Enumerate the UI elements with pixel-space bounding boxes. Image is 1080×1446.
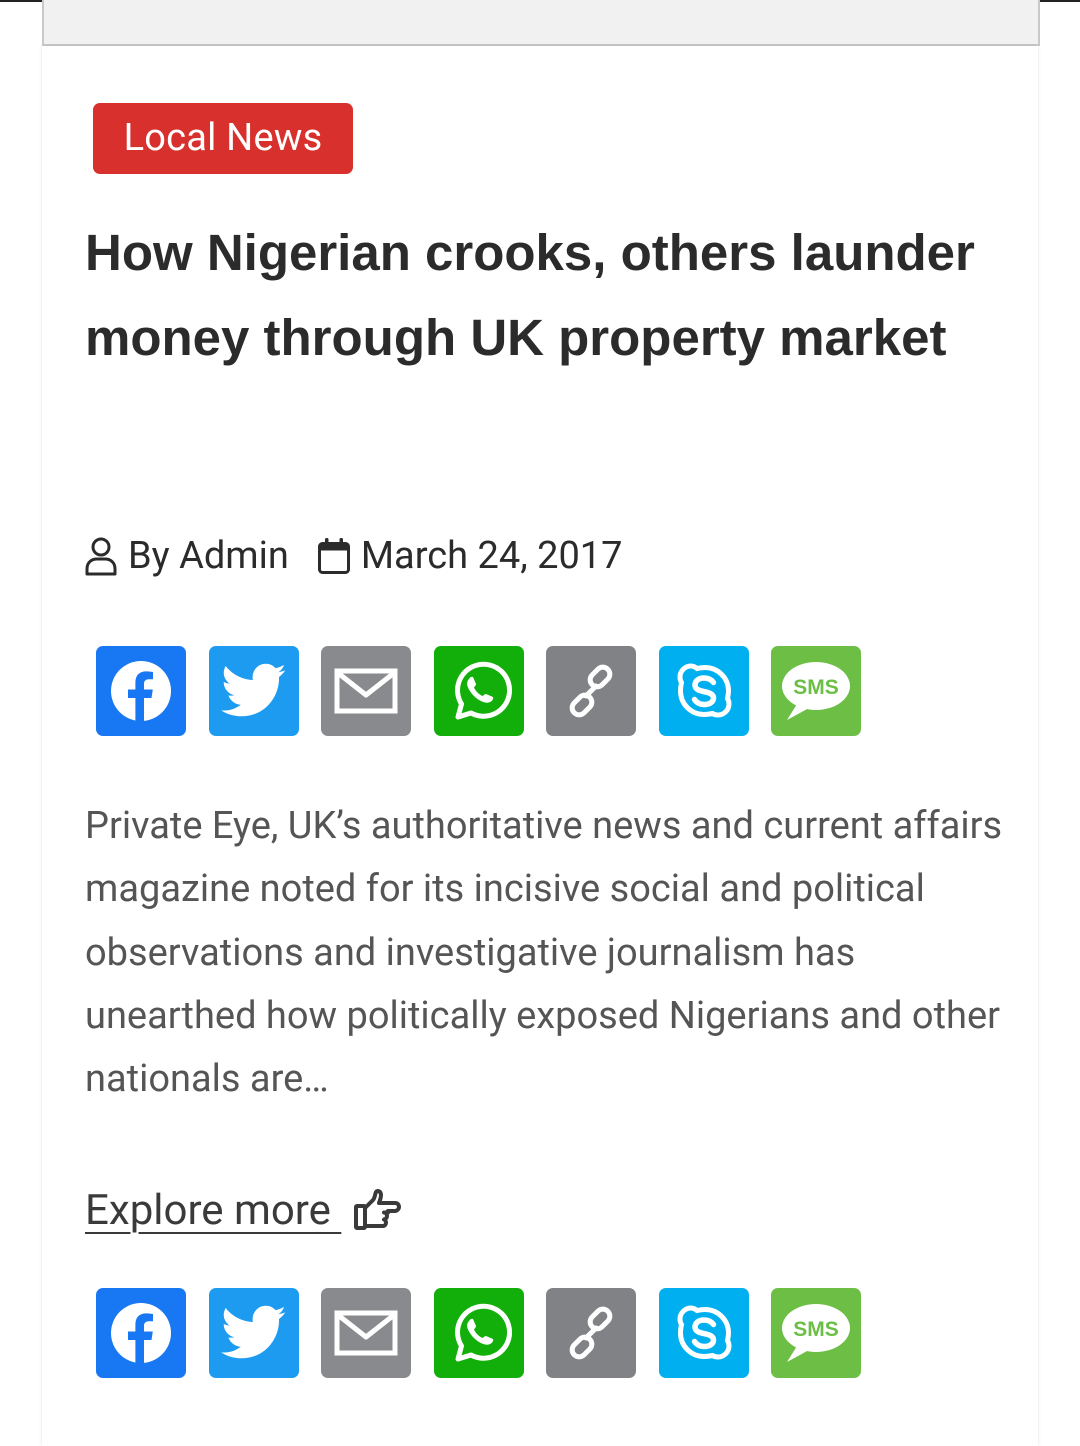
sms-label: SMS [793, 676, 839, 699]
sms-icon: SMS [782, 1304, 850, 1362]
sms-icon: SMS [782, 662, 850, 720]
copy-link-share-button[interactable] [546, 646, 636, 736]
share-buttons-bottom: SMS [96, 1288, 861, 1378]
email-share-button[interactable] [321, 646, 411, 736]
link-icon [569, 1306, 613, 1360]
previous-card-bottom [42, 0, 1040, 46]
sms-share-button[interactable]: SMS [771, 1288, 861, 1378]
email-icon [334, 668, 398, 714]
email-share-button[interactable] [321, 1288, 411, 1378]
article-title[interactable]: How Nigerian crooks, others launder mone… [85, 210, 1025, 380]
hand-pointing-right-icon [354, 1189, 402, 1230]
article-excerpt: Private Eye, UK’s authoritative news and… [85, 804, 1003, 1102]
author-name[interactable]: By Admin [128, 534, 289, 578]
copy-link-share-button[interactable] [546, 1288, 636, 1378]
share-buttons-top: SMS [96, 646, 861, 736]
whatsapp-icon [454, 1303, 512, 1362]
facebook-icon [111, 661, 171, 721]
email-icon [334, 1310, 398, 1356]
publish-date[interactable]: March 24, 2017 [361, 534, 623, 578]
sms-share-button[interactable]: SMS [771, 646, 861, 736]
whatsapp-share-button[interactable] [433, 646, 524, 736]
explore-more-label: Explore more [85, 1185, 342, 1235]
explore-more-link[interactable]: Explore more [85, 1180, 402, 1240]
twitter-icon [220, 663, 286, 717]
calendar-icon [317, 538, 350, 574]
whatsapp-icon [454, 661, 512, 720]
skype-icon [676, 1305, 732, 1360]
article-meta: By Admin March 24, 2017 [84, 530, 623, 582]
skype-icon [676, 663, 732, 718]
skype-share-button[interactable] [658, 646, 749, 736]
facebook-icon [111, 1303, 171, 1363]
link-icon [569, 664, 613, 718]
category-badge[interactable]: Local News [93, 103, 353, 174]
user-icon [85, 537, 117, 576]
whatsapp-share-button[interactable] [433, 1288, 524, 1378]
twitter-share-button[interactable] [208, 1288, 299, 1378]
facebook-share-button[interactable] [96, 1288, 186, 1378]
facebook-share-button[interactable] [96, 646, 186, 736]
twitter-icon [220, 1305, 286, 1359]
sms-label: SMS [793, 1318, 839, 1341]
twitter-share-button[interactable] [208, 646, 299, 736]
skype-share-button[interactable] [658, 1288, 749, 1378]
